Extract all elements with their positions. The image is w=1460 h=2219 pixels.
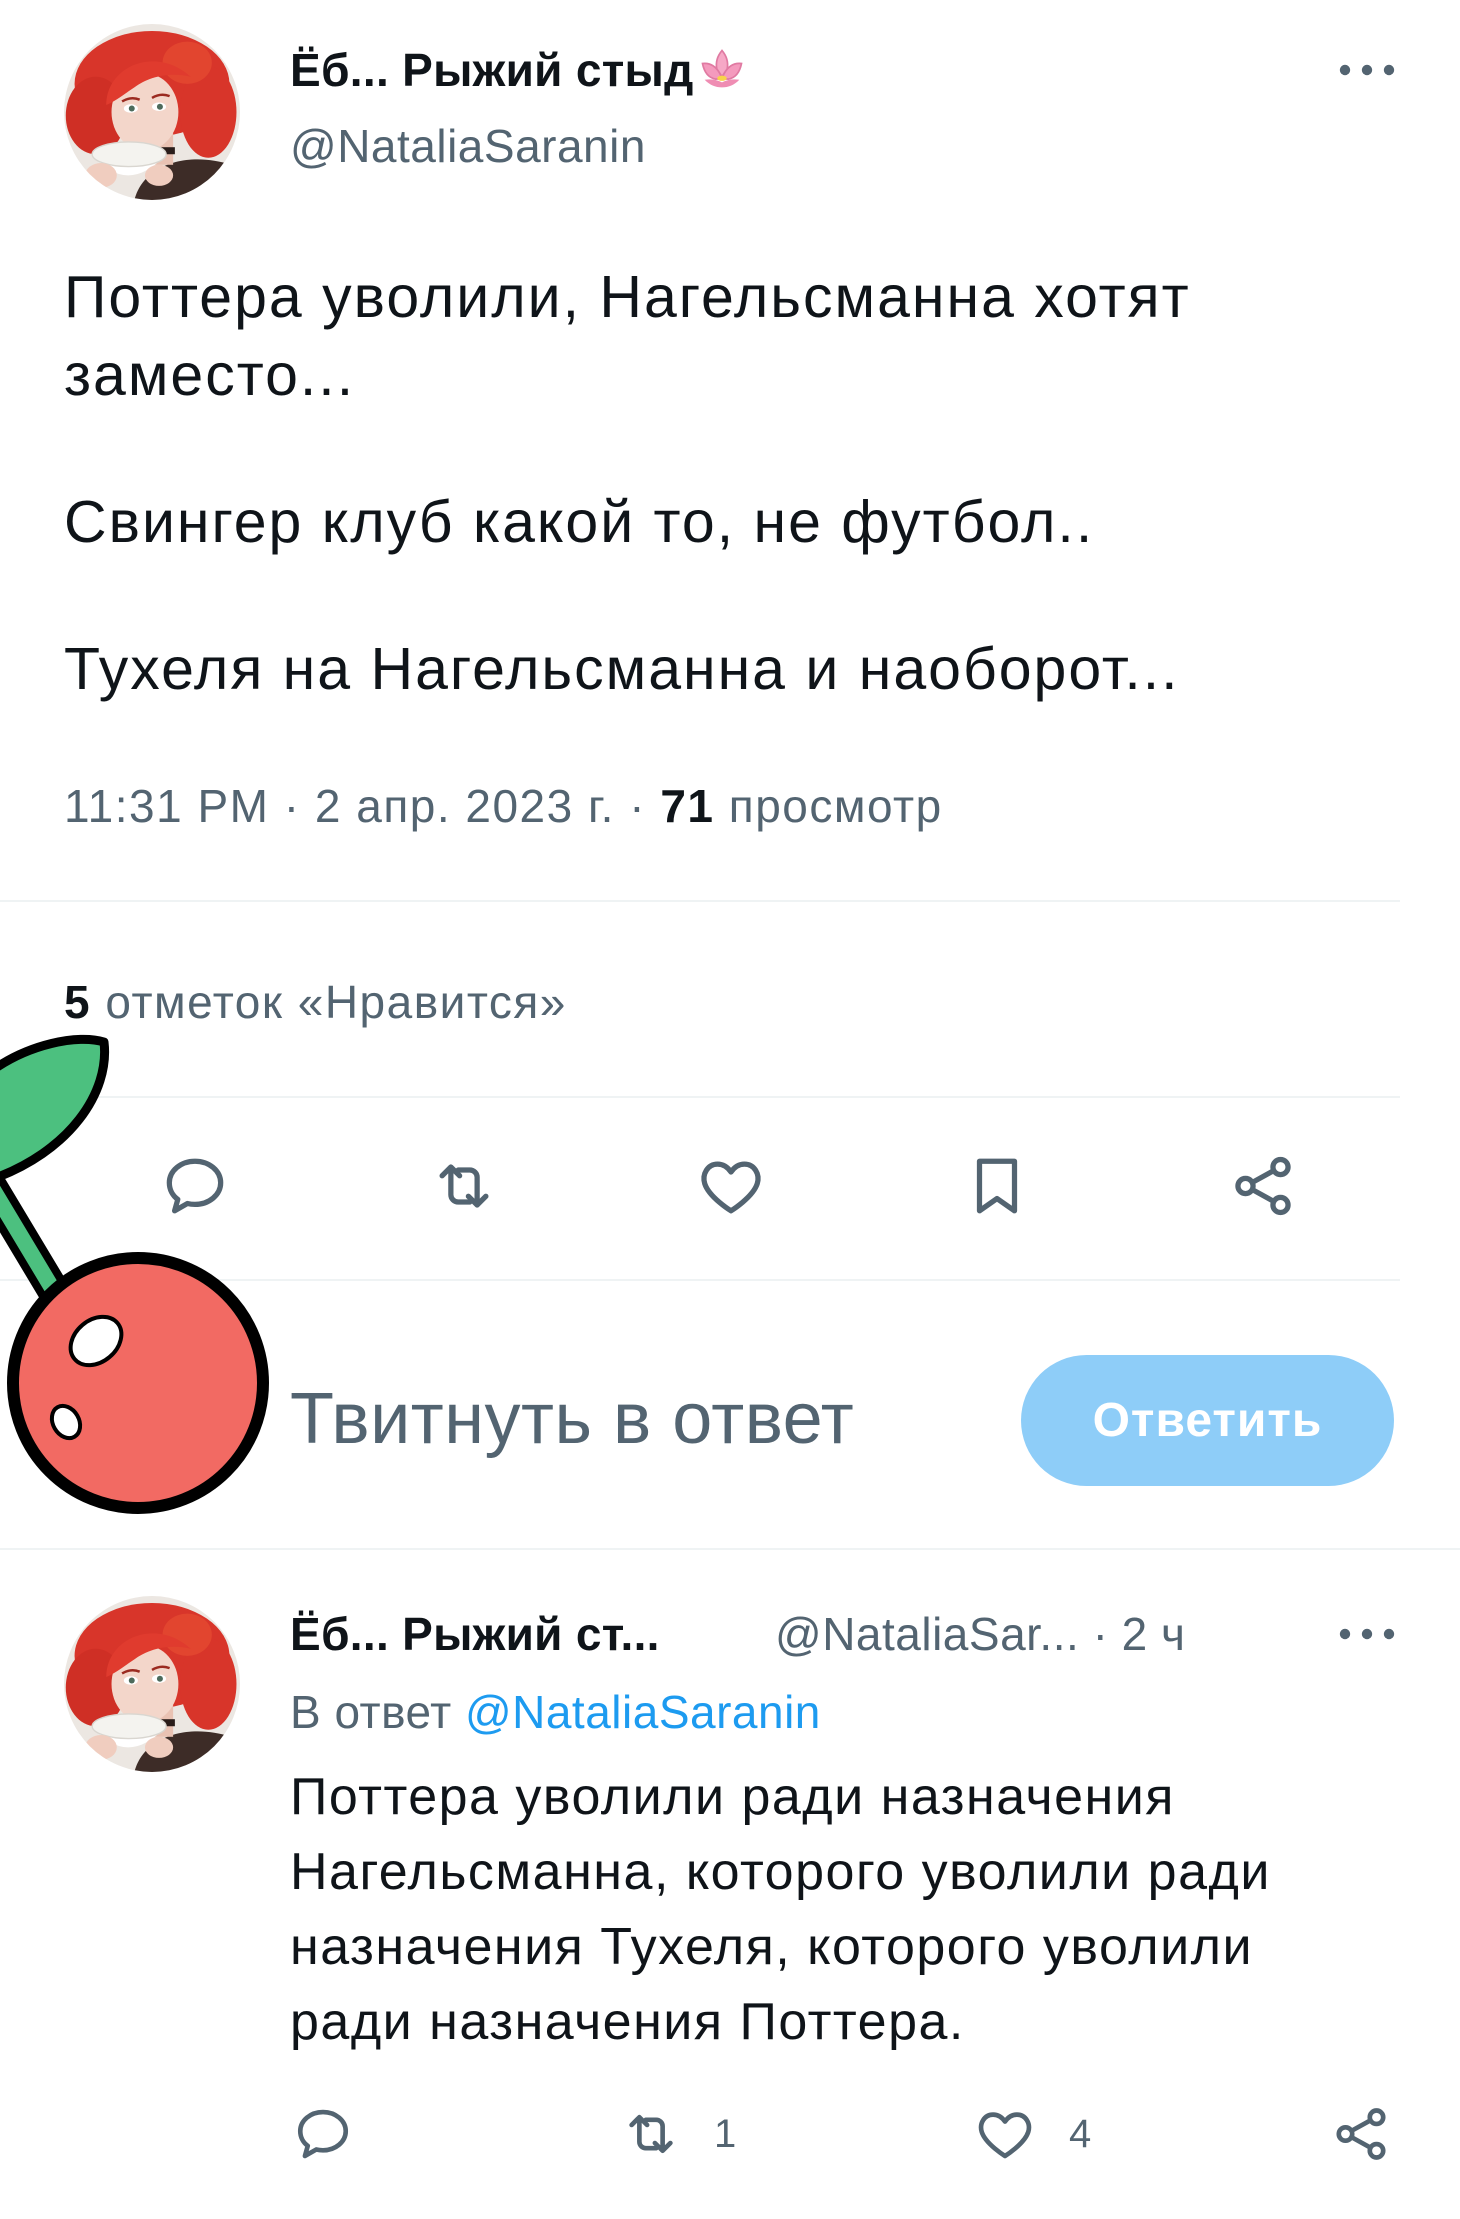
- bookmark-icon: [976, 1158, 1018, 1214]
- reply-line: назначения Тухеля, которого уволили: [290, 1918, 1254, 1976]
- avatar[interactable]: [64, 24, 240, 200]
- retweet-icon: [629, 2114, 673, 2154]
- reply-button[interactable]: [292, 2103, 354, 2165]
- retweet-button[interactable]: [620, 2103, 682, 2165]
- more-icon: [1339, 64, 1395, 76]
- reply-submit-button[interactable]: Ответить: [1021, 1355, 1394, 1486]
- divider: [0, 900, 1400, 902]
- reply-author-name[interactable]: Ёб... Рыжий ст...: [290, 1606, 660, 1662]
- reply-line: Нагельсманна, которого уволили ради: [290, 1843, 1271, 1901]
- author-name-row: Ёб... Рыжий стыд: [290, 42, 748, 98]
- author-name[interactable]: Ёб... Рыжий стыд: [290, 44, 694, 96]
- author-handle[interactable]: @NataliaSaranin: [290, 118, 646, 174]
- reply-author-meta: @NataliaSar... · 2 ч: [775, 1606, 1186, 1662]
- like-icon: [701, 1161, 761, 1214]
- tweet-line: Поттера уволили, Нагельсманна хотят: [64, 264, 1191, 330]
- share-button[interactable]: [1330, 2103, 1392, 2165]
- cherry-sticker: [0, 1030, 280, 1530]
- likes-label: отметок «Нравится»: [105, 976, 567, 1028]
- views-label: просмотр: [728, 780, 943, 832]
- bookmark-button[interactable]: [962, 1151, 1032, 1221]
- more-button[interactable]: [1335, 50, 1399, 90]
- share-icon: [1336, 2108, 1386, 2160]
- tweet-thread-page: Ёб... Рыжий стыд @NataliaSaranin Поттера…: [0, 0, 1460, 2219]
- tweet-date[interactable]: 2 апр. 2023 г.: [315, 780, 615, 832]
- lotus-icon: [696, 44, 748, 96]
- reply-text: Поттера уволили ради назначения Нагельсм…: [290, 1760, 1271, 2060]
- meta-separator: ·: [629, 780, 647, 832]
- reply-input[interactable]: [290, 1372, 990, 1466]
- tweet-paragraph: Свингер клуб какой то, не футбол..: [64, 483, 1191, 561]
- reply-line: Поттера уволили ради назначения: [290, 1768, 1175, 1826]
- tweet-paragraph: Тухеля на Нагельсманна и наоборот...: [64, 630, 1191, 708]
- divider: [0, 1548, 1460, 1550]
- in-reply-to-prefix: В ответ: [290, 1686, 452, 1738]
- more-button[interactable]: [1335, 1614, 1399, 1654]
- tweet-line: Тухеля на Нагельсманна и наоборот...: [64, 636, 1180, 702]
- reply-line: ради назначения Поттера.: [290, 1993, 965, 2051]
- reply-author-handle[interactable]: @NataliaSar...: [775, 1608, 1079, 1660]
- meta-separator: ·: [1092, 1608, 1109, 1660]
- likes-link[interactable]: 5 отметок «Нравится»: [64, 974, 567, 1030]
- tweet-line: Свингер клуб какой то, не футбол..: [64, 489, 1095, 555]
- share-button[interactable]: [1228, 1151, 1298, 1221]
- avatar-image: [64, 24, 240, 200]
- reply-icon: [297, 2109, 349, 2159]
- tweet-line: заместо...: [64, 342, 356, 408]
- more-icon: [1339, 1628, 1395, 1640]
- share-icon: [1235, 1156, 1291, 1216]
- retweet-icon: [439, 1164, 489, 1208]
- tweet-meta: 11:31 PM · 2 апр. 2023 г. · 71 просмотр: [64, 778, 943, 834]
- avatar[interactable]: [64, 1596, 240, 1772]
- views-count: 71: [660, 780, 715, 832]
- likes-count: 5: [64, 976, 92, 1028]
- like-count: 4: [1069, 2112, 1092, 2156]
- meta-separator: ·: [283, 780, 301, 832]
- tweet-text: Поттера уволили, Нагельсманна хотят заме…: [64, 258, 1191, 708]
- like-button[interactable]: [696, 1151, 766, 1221]
- retweet-button[interactable]: [429, 1151, 499, 1221]
- avatar-image: [64, 1596, 240, 1772]
- tweet-paragraph: Поттера уволили, Нагельсманна хотят заме…: [64, 258, 1191, 414]
- cherry-icon: [0, 1034, 269, 1514]
- retweet-count: 1: [714, 2112, 737, 2156]
- tweet-time[interactable]: 11:31 PM: [64, 780, 269, 832]
- reply-time[interactable]: 2 ч: [1122, 1608, 1186, 1660]
- like-button[interactable]: [974, 2103, 1036, 2165]
- mention-link[interactable]: @NataliaSaranin: [465, 1686, 821, 1738]
- like-icon: [978, 2112, 1032, 2159]
- in-reply-to: В ответ @NataliaSaranin: [290, 1684, 821, 1740]
